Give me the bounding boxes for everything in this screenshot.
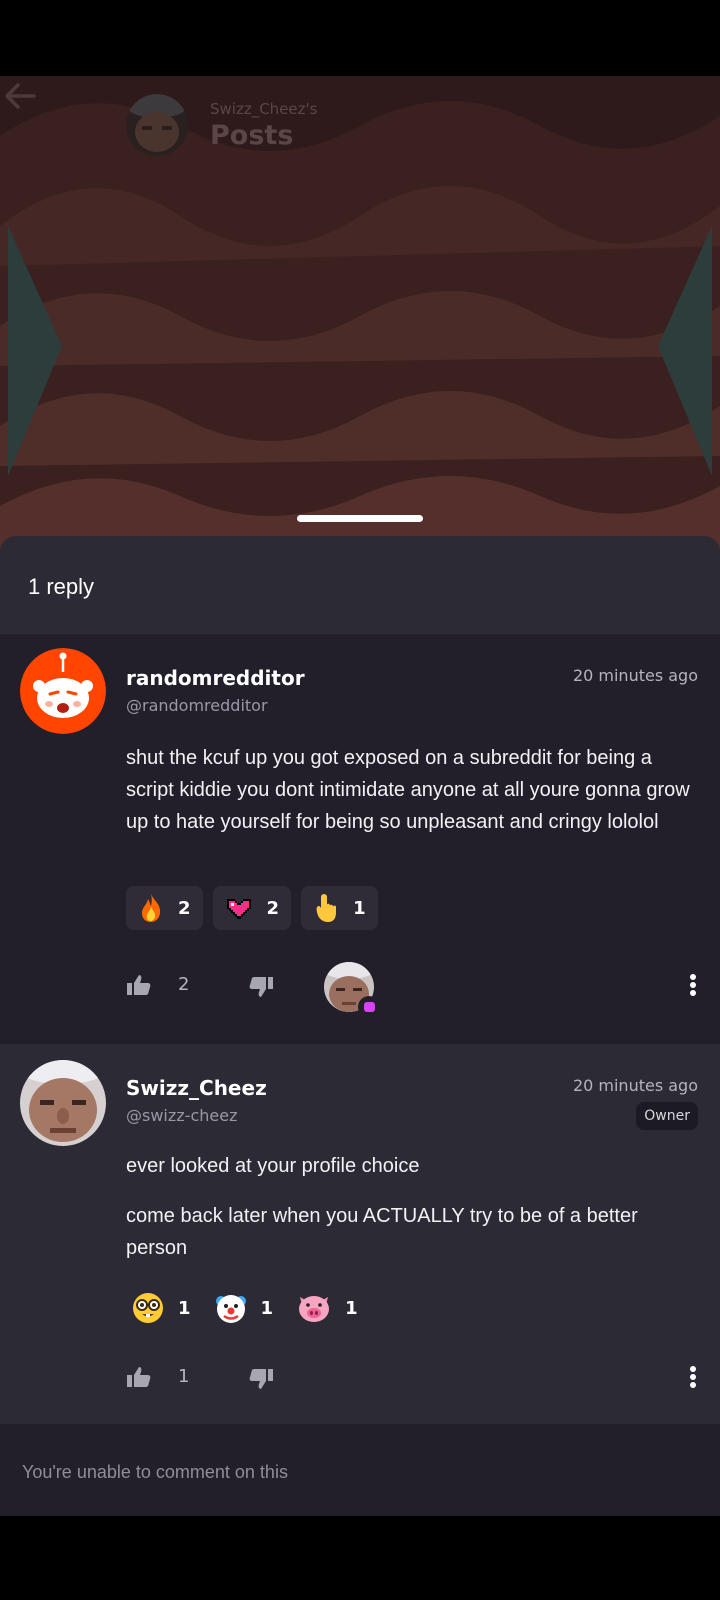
comment-item: Swizz_Cheez @swizz-cheez 20 minutes ago …: [0, 1044, 720, 1424]
reaction-count: 2: [178, 897, 191, 919]
pig-face-icon: [299, 1296, 330, 1322]
reaction-count: 1: [260, 1297, 274, 1319]
comment-text: shut the kcuf up you got exposed on a su…: [126, 747, 690, 833]
comment-actions: 2: [126, 962, 700, 1018]
header-avatar: [126, 94, 188, 156]
author-handle: @randomredditor: [126, 696, 268, 715]
reaction-count: 2: [266, 897, 280, 919]
reaction-count: 1: [353, 897, 366, 919]
comment-actions: 1: [126, 1358, 700, 1398]
thumbs-down-icon[interactable]: [248, 976, 274, 998]
reactions-row: 2 2 1: [126, 886, 378, 930]
status-bar: [0, 0, 720, 76]
author-name[interactable]: randomredditor: [126, 666, 305, 690]
replies-sheet: 1 reply randomredditor @randomredditor 2…: [0, 536, 720, 1516]
comment-paragraph: come back later when you ACTUALLY try to…: [126, 1205, 638, 1259]
reactions-row: 1 1 1: [126, 1286, 366, 1330]
reaction-fire[interactable]: 2: [126, 886, 203, 930]
nerd-face-icon: [133, 1293, 163, 1323]
comment-item: randomredditor @randomredditor 20 minute…: [0, 634, 720, 1044]
reaction-point[interactable]: 1: [301, 886, 378, 930]
heart-badge-icon: [358, 996, 380, 1018]
comment-paragraph: ever looked at your profile choice: [126, 1155, 420, 1177]
reaction-count: 1: [345, 1297, 358, 1319]
comment-disabled-message: You're unable to comment on this: [22, 1462, 288, 1482]
reaction-heart[interactable]: 2: [212, 886, 292, 930]
comment-disabled-bar: You're unable to comment on this: [0, 1424, 720, 1516]
avatar[interactable]: [20, 1060, 106, 1146]
timestamp: 20 minutes ago: [572, 666, 698, 685]
thumbs-up-icon[interactable]: [126, 974, 152, 996]
post-backdrop: Swizz_Cheez's Posts: [0, 76, 720, 556]
thumbs-down-icon[interactable]: [248, 1368, 274, 1390]
author-handle: @swizz-cheez: [126, 1106, 238, 1125]
upvote-count: 1: [178, 1366, 190, 1387]
fire-icon: [142, 894, 161, 922]
upvote-count: 2: [178, 974, 190, 995]
reply-count: 1 reply: [28, 574, 95, 599]
pixel-heart-icon: [226, 899, 251, 919]
reaction-count: 1: [178, 1297, 191, 1319]
reaction-pig[interactable]: 1: [291, 1286, 366, 1330]
timestamp: 20 minutes ago: [572, 1076, 698, 1095]
reaction-nerd[interactable]: 1: [126, 1286, 199, 1330]
drag-handle[interactable]: [297, 515, 423, 522]
header-subtitle: Swizz_Cheez's: [210, 100, 318, 118]
replies-header: 1 reply: [0, 536, 720, 634]
thumbs-up-icon[interactable]: [126, 1366, 152, 1388]
avatar[interactable]: [20, 648, 106, 734]
reaction-clown[interactable]: 1: [209, 1286, 282, 1330]
owner-badge: Owner: [636, 1102, 698, 1130]
clown-face-icon: [215, 1295, 246, 1323]
system-nav-bar: [0, 1516, 720, 1600]
back-arrow-icon[interactable]: [0, 76, 40, 116]
more-options-icon[interactable]: [686, 1362, 700, 1392]
more-options-icon[interactable]: [686, 970, 700, 1000]
page-title: Posts: [210, 120, 294, 151]
pointing-finger-icon: [316, 894, 337, 922]
author-name[interactable]: Swizz_Cheez: [126, 1076, 267, 1100]
